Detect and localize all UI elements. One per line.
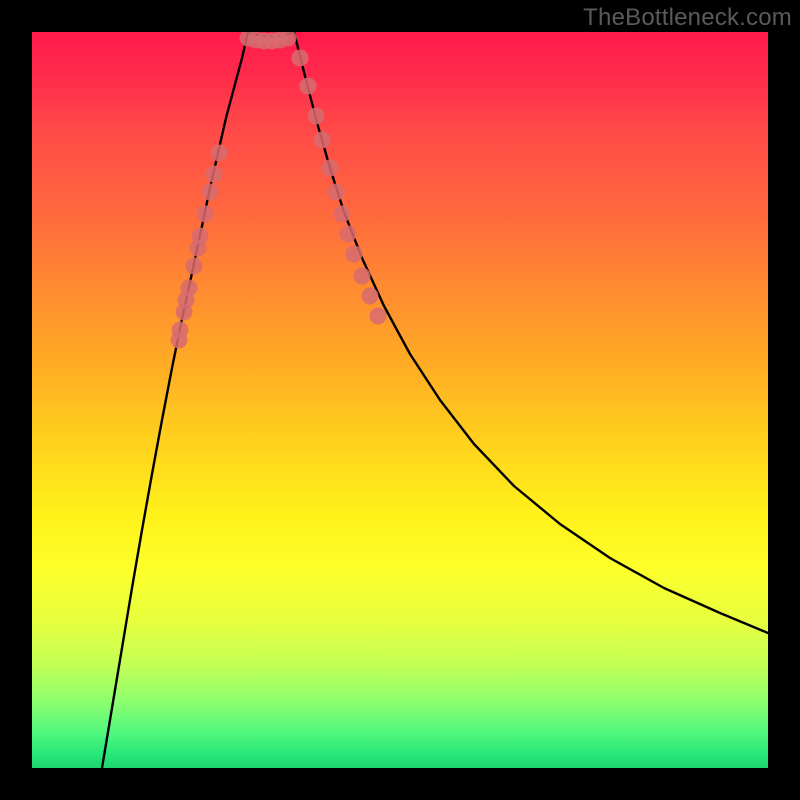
point-right-points (362, 288, 379, 305)
series-left-curve (102, 32, 248, 768)
point-left-points (197, 206, 214, 223)
point-left-points (192, 228, 209, 245)
point-right-points (346, 246, 363, 263)
point-left-points (202, 184, 219, 201)
plot-area (32, 32, 768, 768)
point-right-points (334, 206, 351, 223)
point-right-points (322, 160, 339, 177)
point-right-points (340, 226, 357, 243)
v-curve (102, 32, 768, 768)
scatter-points (171, 32, 387, 349)
watermark-text: TheBottleneck.com (583, 4, 792, 32)
chart-frame: TheBottleneck.com (0, 0, 800, 800)
point-left-points (172, 322, 189, 339)
point-right-points (308, 108, 325, 125)
point-left-points (181, 280, 198, 297)
series-right-curve (294, 32, 768, 633)
point-right-points (370, 308, 387, 325)
point-right-points (328, 184, 345, 201)
curve-layer (32, 32, 768, 768)
point-right-points (354, 268, 371, 285)
point-right-points (300, 78, 317, 95)
point-left-points (186, 258, 203, 275)
point-right-points (292, 50, 309, 67)
point-left-points (211, 145, 228, 162)
point-right-points (314, 132, 331, 149)
point-left-points (206, 166, 223, 183)
